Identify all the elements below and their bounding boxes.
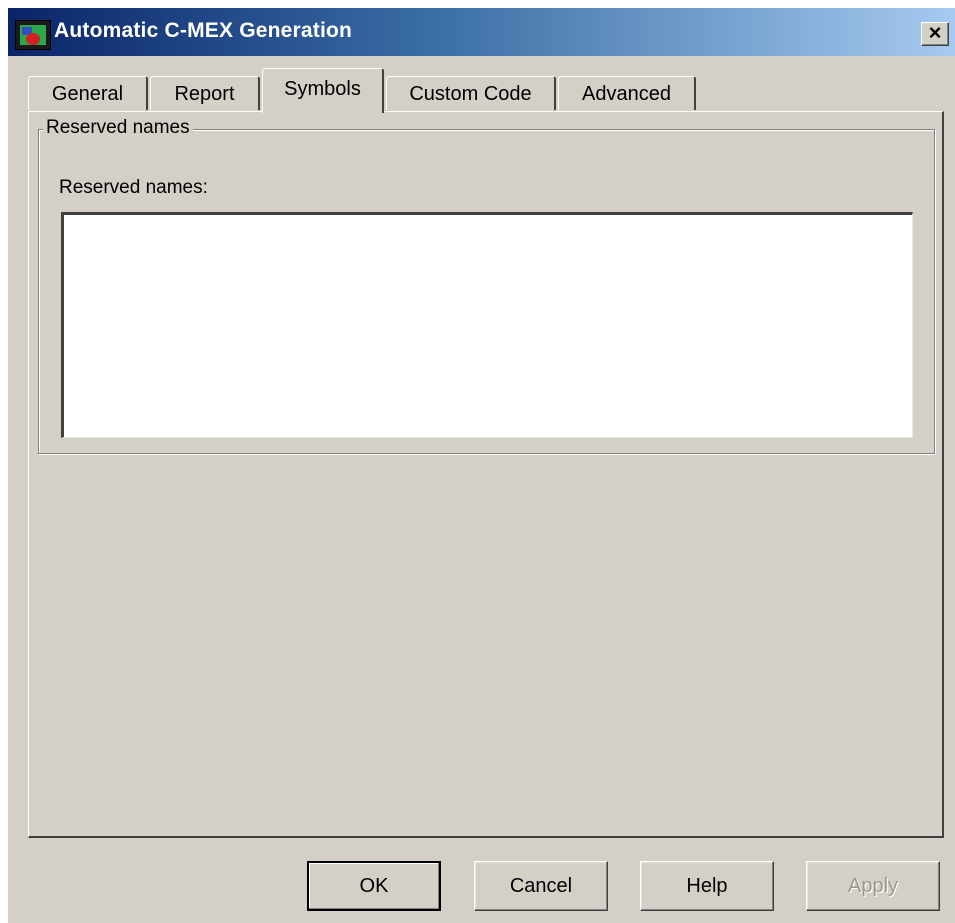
dialog-window: Automatic C-MEX Generation × General Rep…: [8, 8, 955, 923]
tab-label: Report: [174, 83, 235, 105]
help-button[interactable]: Help: [640, 861, 774, 911]
tab-general[interactable]: General: [28, 76, 148, 110]
app-icon: [15, 20, 51, 50]
symbols-tab-panel: Reserved names Reserved names:: [28, 111, 944, 838]
tab-custom-code[interactable]: Custom Code: [386, 76, 556, 110]
tab-label: General: [51, 83, 124, 105]
reserved-names-input[interactable]: [61, 212, 913, 438]
close-icon[interactable]: ×: [921, 22, 949, 46]
tab-advanced[interactable]: Advanced: [558, 76, 696, 110]
tab-label: Symbols: [284, 78, 361, 100]
tab-label: Custom Code: [409, 83, 532, 105]
tab-label: Advanced: [582, 83, 671, 105]
group-title: Reserved names: [43, 117, 193, 139]
cancel-button[interactable]: Cancel: [474, 861, 608, 911]
tab-symbols[interactable]: Symbols: [262, 68, 384, 113]
reserved-names-label: Reserved names:: [59, 177, 208, 198]
title-bar[interactable]: Automatic C-MEX Generation ×: [8, 8, 955, 56]
tab-report[interactable]: Report: [150, 76, 260, 110]
window-title: Automatic C-MEX Generation: [54, 19, 353, 42]
ok-button[interactable]: OK: [307, 861, 441, 911]
apply-button: Apply: [806, 861, 940, 911]
